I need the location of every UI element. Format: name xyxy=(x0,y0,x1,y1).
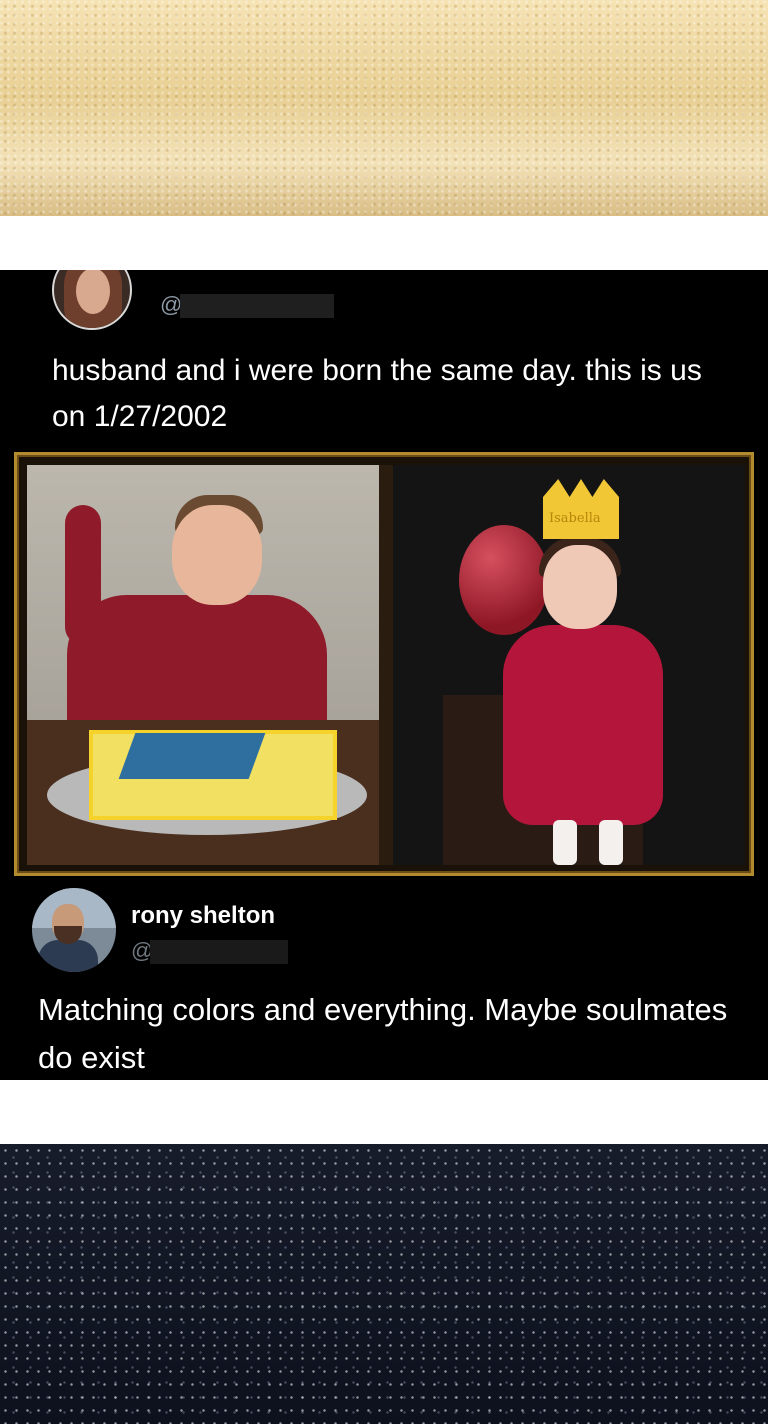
leg xyxy=(553,820,577,865)
reply-author-avatar[interactable] xyxy=(32,888,116,972)
girl-face xyxy=(543,545,617,629)
avatar-shirt xyxy=(38,940,98,972)
photo-crowned-girl: Isabella xyxy=(393,465,745,865)
leg xyxy=(599,820,623,865)
spacer-bottom xyxy=(0,1080,768,1144)
reply-text: Matching colors and everything. Maybe so… xyxy=(38,992,728,1075)
spacer-top xyxy=(0,216,768,270)
author-avatar[interactable] xyxy=(52,270,132,330)
red-velvet-dress xyxy=(503,625,663,825)
legs xyxy=(533,820,643,865)
post-card: @j husband and i were born the same day.… xyxy=(0,270,768,1080)
gold-glitter-background xyxy=(0,0,768,216)
handle-redaction xyxy=(150,940,288,964)
photo-divider xyxy=(379,465,393,865)
cake-decoration xyxy=(118,733,266,779)
photo-birthday-boy xyxy=(27,465,379,865)
red-balloon xyxy=(459,525,549,635)
paper-crown xyxy=(543,479,619,539)
photo-frame[interactable]: Isabella xyxy=(14,452,754,876)
boy-face xyxy=(172,505,262,605)
post-text: husband and i were born the same day. th… xyxy=(52,354,702,433)
avatar-face xyxy=(76,270,110,314)
handle-redaction xyxy=(180,294,334,318)
reply-author-name[interactable]: rony shelton xyxy=(131,902,275,930)
starry-background xyxy=(0,1144,768,1424)
red-sweater xyxy=(67,595,327,735)
crown-lettering: Isabella xyxy=(549,511,601,526)
